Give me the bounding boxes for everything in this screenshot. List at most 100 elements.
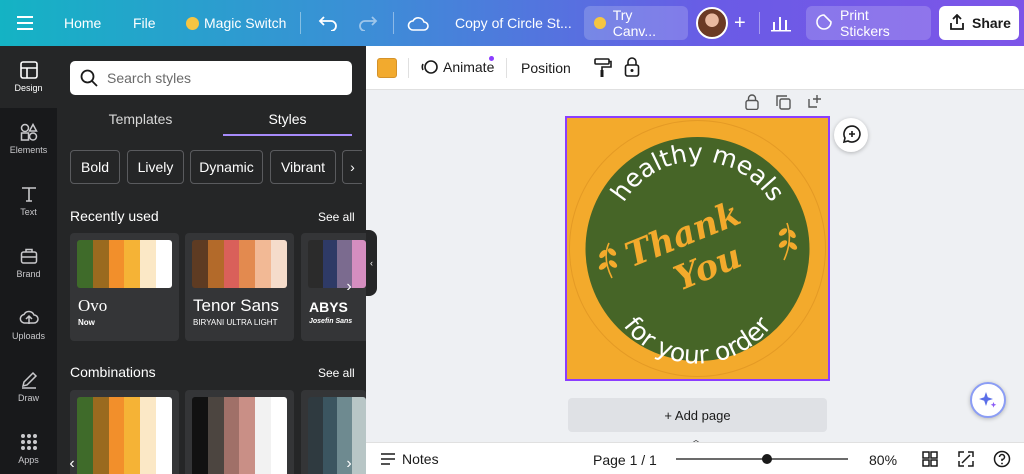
crown-icon [594,17,606,29]
try-canva-label: Try Canv... [612,7,657,39]
rail-label: Brand [16,269,41,279]
heading-font: Ovo [78,296,108,315]
sticker-design: healthy meals for your order Thank You [569,120,826,377]
rail-item-apps[interactable]: Apps [0,418,57,474]
bottom-bar: Notes Page 1 / 1 80% [366,442,1024,474]
combination-card[interactable] [185,390,294,474]
style-card[interactable]: Tenor Sans BIRYANI ULTRA LIGHT [185,233,294,341]
design-canvas[interactable]: healthy meals for your order Thank You [565,116,830,381]
color-picker[interactable] [377,58,397,78]
palette [192,397,287,474]
divider [393,12,394,34]
filter-chip-dynamic[interactable]: Dynamic [190,150,263,184]
recent-next-arrow[interactable]: › [340,275,358,299]
draw-icon [21,371,37,389]
file-menu[interactable]: File [133,0,156,46]
rail-label: Design [14,83,43,93]
magic-switch-label: Magic Switch [204,15,287,31]
filter-chip-bold[interactable]: Bold [70,150,120,184]
search-styles-input[interactable]: Search styles [70,61,352,95]
magic-switch-button[interactable]: Magic Switch [186,0,286,46]
rail-item-design[interactable]: Design [0,46,57,108]
print-stickers-label: Print Stickers [840,7,890,39]
body-font: Josefin Sans [309,318,353,325]
home-link[interactable]: Home [64,0,101,46]
rail-label: Draw [17,393,39,403]
chips-next-arrow[interactable]: › [342,150,362,184]
combinations-prev-arrow[interactable]: ‹ [63,452,81,474]
heading-font: ABYS [309,299,348,315]
body-font: BIRYANI ULTRA LIGHT [193,318,278,327]
grid-view-icon[interactable] [922,451,938,470]
redo-icon[interactable] [358,0,378,46]
lock-icon[interactable] [624,57,640,80]
add-collaborator-icon[interactable]: + [734,0,746,46]
styles-panel: Search styles Templates Styles Bold Live… [57,46,366,474]
crown-icon [186,16,199,30]
print-stickers-button[interactable]: Print Stickers [806,6,931,40]
add-comment-icon [842,125,861,144]
duplicate-page-icon[interactable] [776,95,791,115]
rail-item-text[interactable]: Text [0,170,57,232]
collapse-panel-handle[interactable]: ‹ [366,230,377,296]
combinations-heading: Combinations [70,364,156,380]
animate-button[interactable]: Animate [421,56,495,76]
combination-card[interactable] [70,390,179,474]
document-title[interactable]: Copy of Circle St... [455,0,572,46]
zoom-slider-knob[interactable] [762,454,772,464]
magic-assistant-button[interactable] [970,382,1006,418]
menu-icon[interactable] [17,0,33,46]
divider [759,12,760,34]
palette [192,240,287,288]
palette [77,240,172,288]
animate-label: Animate [443,59,495,75]
rail-item-elements[interactable]: Elements [0,108,57,170]
panel-tabs: Templates Styles [70,106,352,136]
analytics-icon[interactable] [771,0,791,46]
context-toolbar: Animate Position [366,46,1024,90]
page-indicator[interactable]: Page 1 / 1 [593,452,657,468]
combinations-next-arrow[interactable]: › [340,452,358,474]
elements-icon [20,123,38,141]
paint-roller-icon[interactable] [594,58,612,81]
style-card[interactable]: Ovo Now [70,233,179,341]
search-placeholder: Search styles [107,70,192,86]
tab-templates[interactable]: Templates [70,106,211,136]
position-button[interactable]: Position [521,60,571,76]
combinations-see-all[interactable]: See all [318,366,355,380]
add-page-button[interactable]: + Add page [568,398,827,432]
notes-button[interactable]: Notes [380,451,439,467]
palette [77,397,172,474]
rail-item-draw[interactable]: Draw [0,356,57,418]
notification-dot [489,56,494,61]
heading-font: Tenor Sans [193,296,279,315]
rail-label: Elements [9,145,48,155]
avatar[interactable] [696,0,728,46]
recently-used-heading: Recently used [70,208,159,224]
upload-icon [19,310,39,324]
top-bar: Home File Magic Switch Copy of Circle St… [0,0,1024,46]
animate-icon [421,60,438,74]
divider [506,58,507,78]
rail-label: Text [20,207,37,217]
undo-icon[interactable] [318,0,338,46]
cloud-save-icon[interactable] [407,0,429,46]
add-page-icon[interactable] [807,94,822,114]
divider [408,58,409,78]
filter-chip-lively[interactable]: Lively [127,150,184,184]
zoom-level[interactable]: 80% [869,452,897,468]
sticker-icon [816,13,832,33]
help-icon[interactable] [993,450,1011,471]
share-button[interactable]: Share [939,6,1019,40]
try-canva-pro-button[interactable]: Try Canv... [584,6,688,40]
tab-styles[interactable]: Styles [223,106,352,136]
recently-used-see-all[interactable]: See all [318,210,355,224]
fullscreen-icon[interactable] [958,451,974,470]
notes-label: Notes [402,451,439,467]
rail-item-brand[interactable]: Brand [0,232,57,294]
rail-item-uploads[interactable]: Uploads [0,294,57,356]
comment-button[interactable] [834,118,868,152]
lock-page-icon[interactable] [745,94,759,115]
filter-chip-vibrant[interactable]: Vibrant [270,150,336,184]
search-icon [80,69,98,87]
